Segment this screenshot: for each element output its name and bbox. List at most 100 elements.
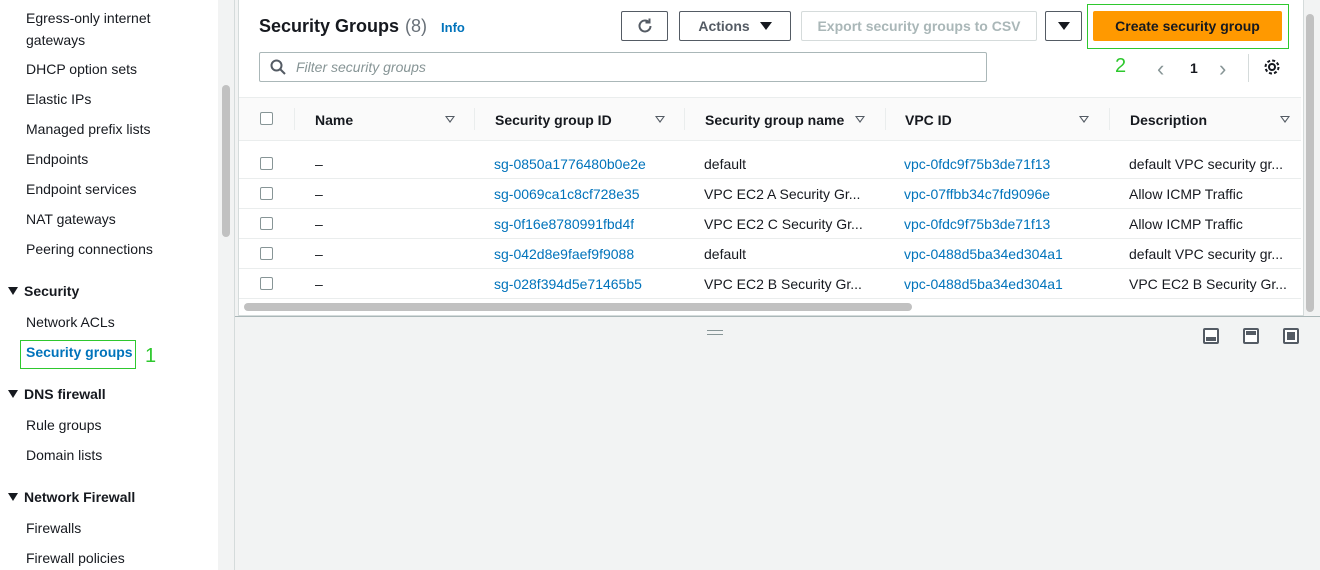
column-header-name[interactable]: Name bbox=[315, 98, 353, 142]
sidebar-item-endpoint-services[interactable]: Endpoint services bbox=[26, 179, 137, 199]
table-row[interactable]: – sg-0069ca1c8cf728e35 VPC EC2 A Securit… bbox=[239, 179, 1301, 209]
sidebar-section-dns-firewall[interactable]: DNS firewall bbox=[8, 384, 106, 404]
table-row[interactable]: – sg-0850a1776480b0e2e default vpc-0fdc9… bbox=[239, 149, 1301, 179]
info-link[interactable]: Info bbox=[441, 20, 465, 35]
sidebar-item-firewalls[interactable]: Firewalls bbox=[26, 518, 81, 538]
sort-icon[interactable] bbox=[855, 116, 865, 123]
sidebar-scrollbar[interactable] bbox=[222, 85, 230, 237]
page-title: Security Groups (8) Info bbox=[259, 16, 465, 37]
cell-vpc-id[interactable]: vpc-0fdc9f75b3de71f13 bbox=[904, 149, 1050, 179]
column-divider bbox=[474, 108, 475, 130]
security-groups-panel: Security Groups (8) Info Actions Export … bbox=[238, 0, 1304, 316]
split-side-icon[interactable] bbox=[1243, 328, 1259, 344]
split-panel-divider bbox=[235, 316, 1320, 317]
cell-security-group-name: VPC EC2 C Security Gr... bbox=[704, 216, 863, 232]
cell-security-group-id[interactable]: sg-0850a1776480b0e2e bbox=[494, 149, 646, 179]
sidebar-nav: Egress-only internet gateways DHCP optio… bbox=[0, 0, 218, 570]
cell-name: – bbox=[315, 186, 323, 202]
panel-vertical-scrollbar[interactable] bbox=[1306, 14, 1314, 312]
create-security-group-button[interactable]: Create security group bbox=[1093, 11, 1282, 41]
annotation-marker-2: 2 bbox=[1115, 55, 1127, 77]
sidebar-item-rule-groups[interactable]: Rule groups bbox=[26, 415, 102, 435]
table-horizontal-scrollbar[interactable] bbox=[244, 303, 912, 311]
cell-vpc-id[interactable]: vpc-0fdc9f75b3de71f13 bbox=[904, 209, 1050, 239]
sidebar-item-security-groups[interactable]: Security groups bbox=[26, 342, 133, 362]
row-checkbox[interactable] bbox=[260, 157, 273, 170]
cell-vpc-id[interactable]: vpc-0488d5ba34ed304a1 bbox=[904, 239, 1063, 269]
caret-down-icon bbox=[8, 493, 18, 501]
cell-security-group-id[interactable]: sg-028f394d5e71465b5 bbox=[494, 269, 642, 299]
sidebar-section-security[interactable]: Security bbox=[8, 281, 79, 301]
cell-security-group-id[interactable]: sg-0069ca1c8cf728e35 bbox=[494, 179, 640, 209]
sidebar-section-network-firewall[interactable]: Network Firewall bbox=[8, 487, 135, 507]
export-csv-button[interactable]: Export security groups to CSV bbox=[801, 11, 1037, 41]
cell-vpc-id[interactable]: vpc-07ffbb34c7fd9096e bbox=[904, 179, 1050, 209]
sort-icon[interactable] bbox=[445, 116, 455, 123]
cell-name: – bbox=[315, 156, 323, 172]
cell-name: – bbox=[315, 216, 323, 232]
cell-security-group-name: default bbox=[704, 156, 747, 172]
actions-label: Actions bbox=[698, 18, 750, 34]
security-group-count: (8) bbox=[405, 16, 428, 36]
search-input[interactable] bbox=[296, 59, 976, 75]
row-checkbox[interactable] bbox=[260, 187, 273, 200]
cell-security-group-name: default bbox=[704, 246, 747, 262]
sort-icon[interactable] bbox=[655, 116, 665, 123]
sort-icon[interactable] bbox=[1280, 116, 1290, 123]
filter-security-groups[interactable] bbox=[259, 52, 987, 82]
refresh-icon bbox=[638, 18, 651, 33]
pagination-page-number[interactable]: 1 bbox=[1190, 60, 1198, 76]
cell-security-group-id[interactable]: sg-0f16e8780991fbd4f bbox=[494, 209, 634, 239]
select-all-checkbox[interactable] bbox=[260, 112, 273, 125]
cell-security-group-id[interactable]: sg-042d8e9faef9f9088 bbox=[494, 239, 634, 269]
sidebar-item-managed-prefix-lists[interactable]: Managed prefix lists bbox=[26, 119, 151, 139]
export-csv-label: Export security groups to CSV bbox=[817, 18, 1021, 34]
table-row[interactable]: – sg-042d8e9faef9f9088 default vpc-0488d… bbox=[239, 239, 1301, 269]
sidebar-item-nat-gateways[interactable]: NAT gateways bbox=[26, 209, 116, 229]
sidebar-item-endpoints[interactable]: Endpoints bbox=[26, 149, 88, 169]
export-dropdown-button[interactable] bbox=[1045, 11, 1082, 41]
drag-handle-icon[interactable] bbox=[707, 330, 723, 335]
pagination-prev-button[interactable]: ‹ bbox=[1157, 56, 1164, 82]
column-header-security-group-id[interactable]: Security group ID bbox=[495, 98, 612, 142]
caret-down-icon bbox=[759, 22, 772, 30]
pagination-divider bbox=[1248, 54, 1249, 82]
column-header-security-group-name[interactable]: Security group name bbox=[705, 98, 844, 142]
cell-vpc-id[interactable]: vpc-0488d5ba34ed304a1 bbox=[904, 269, 1063, 299]
pagination-next-button[interactable]: › bbox=[1219, 56, 1226, 82]
table-header: Name Security group ID Security group na… bbox=[239, 97, 1301, 141]
split-bottom-icon[interactable] bbox=[1203, 328, 1219, 344]
sidebar-item-elastic-ips[interactable]: Elastic IPs bbox=[26, 89, 91, 109]
search-icon bbox=[270, 59, 286, 75]
caret-down-icon bbox=[8, 287, 18, 295]
sidebar-item-peering-connections[interactable]: Peering connections bbox=[26, 239, 153, 259]
cell-security-group-name: VPC EC2 B Security Gr... bbox=[704, 276, 862, 292]
actions-button[interactable]: Actions bbox=[679, 11, 791, 41]
sidebar-item-firewall-policies[interactable]: Firewall policies bbox=[26, 548, 125, 568]
caret-down-icon bbox=[8, 390, 18, 398]
gear-icon[interactable] bbox=[1263, 58, 1281, 81]
cell-description: Allow ICMP Traffic bbox=[1129, 186, 1243, 202]
table-row[interactable]: – sg-028f394d5e71465b5 VPC EC2 B Securit… bbox=[239, 269, 1301, 299]
sidebar-item-egress-only-internet-gateways[interactable]: Egress-only internet gateways bbox=[26, 7, 176, 51]
create-security-group-label: Create security group bbox=[1115, 18, 1260, 34]
split-full-icon[interactable] bbox=[1283, 328, 1299, 344]
column-divider bbox=[684, 108, 685, 130]
column-divider bbox=[294, 108, 295, 130]
column-header-vpc-id[interactable]: VPC ID bbox=[905, 98, 952, 142]
sidebar-section-label: Network Firewall bbox=[24, 489, 136, 505]
cell-description: default VPC security gr... bbox=[1129, 156, 1284, 172]
row-checkbox[interactable] bbox=[260, 247, 273, 260]
sidebar-section-label: Security bbox=[24, 283, 80, 299]
cell-description: VPC EC2 B Security Gr... bbox=[1129, 276, 1287, 292]
sort-icon[interactable] bbox=[1079, 116, 1089, 123]
row-checkbox[interactable] bbox=[260, 277, 273, 290]
sidebar-item-network-acls[interactable]: Network ACLs bbox=[26, 312, 115, 332]
cell-description: default VPC security gr... bbox=[1129, 246, 1284, 262]
table-row[interactable]: – sg-0f16e8780991fbd4f VPC EC2 C Securit… bbox=[239, 209, 1301, 239]
row-checkbox[interactable] bbox=[260, 217, 273, 230]
refresh-button[interactable] bbox=[621, 11, 668, 41]
sidebar-item-domain-lists[interactable]: Domain lists bbox=[26, 445, 102, 465]
sidebar-item-dhcp-option-sets[interactable]: DHCP option sets bbox=[26, 59, 137, 79]
column-header-description[interactable]: Description bbox=[1130, 98, 1207, 142]
